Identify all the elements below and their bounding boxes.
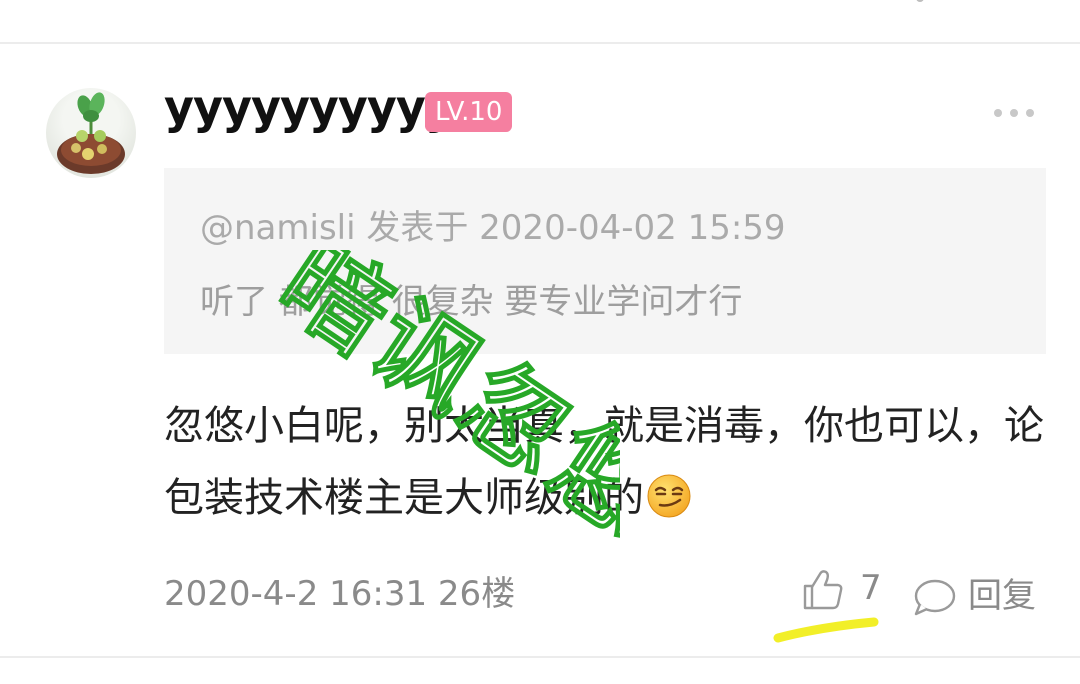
more-icon[interactable] [994, 106, 1034, 120]
divider-top [0, 42, 1080, 44]
thumbs-up-icon[interactable] [800, 566, 846, 612]
like-count[interactable]: 7 [860, 568, 882, 608]
speech-bubble-icon[interactable] [912, 576, 958, 618]
comment-timestamp-floor: 2020-4-2 16:31 26楼 [164, 574, 516, 614]
quote-meta: @namisli 发表于 2020-04-02 15:59 [200, 208, 786, 248]
quote-text: 听了 都觉得 很复杂 要专业学问才行 [200, 282, 743, 322]
username[interactable]: yyyyyyyyyy [164, 80, 455, 134]
comment-body: 忽悠小白呢，别太当真，就是消毒，你也可以，论包装技术楼主是大师级别的 [164, 390, 1044, 534]
reply-button[interactable]: 回复 [968, 568, 1036, 617]
comment-text: 忽悠小白呢，别太当真，就是消毒，你也可以，论包装技术楼主是大师级别的 [164, 403, 1044, 521]
quoted-reply[interactable]: @namisli 发表于 2020-04-02 15:59 听了 都觉得 很复杂… [164, 168, 1046, 354]
top-edge-dot [916, 0, 924, 2]
level-badge: LV.10 [425, 92, 513, 132]
avatar[interactable] [46, 88, 136, 178]
smirk-emoji-icon [646, 470, 692, 518]
highlight-underline [773, 617, 879, 643]
divider-bottom [0, 656, 1080, 658]
